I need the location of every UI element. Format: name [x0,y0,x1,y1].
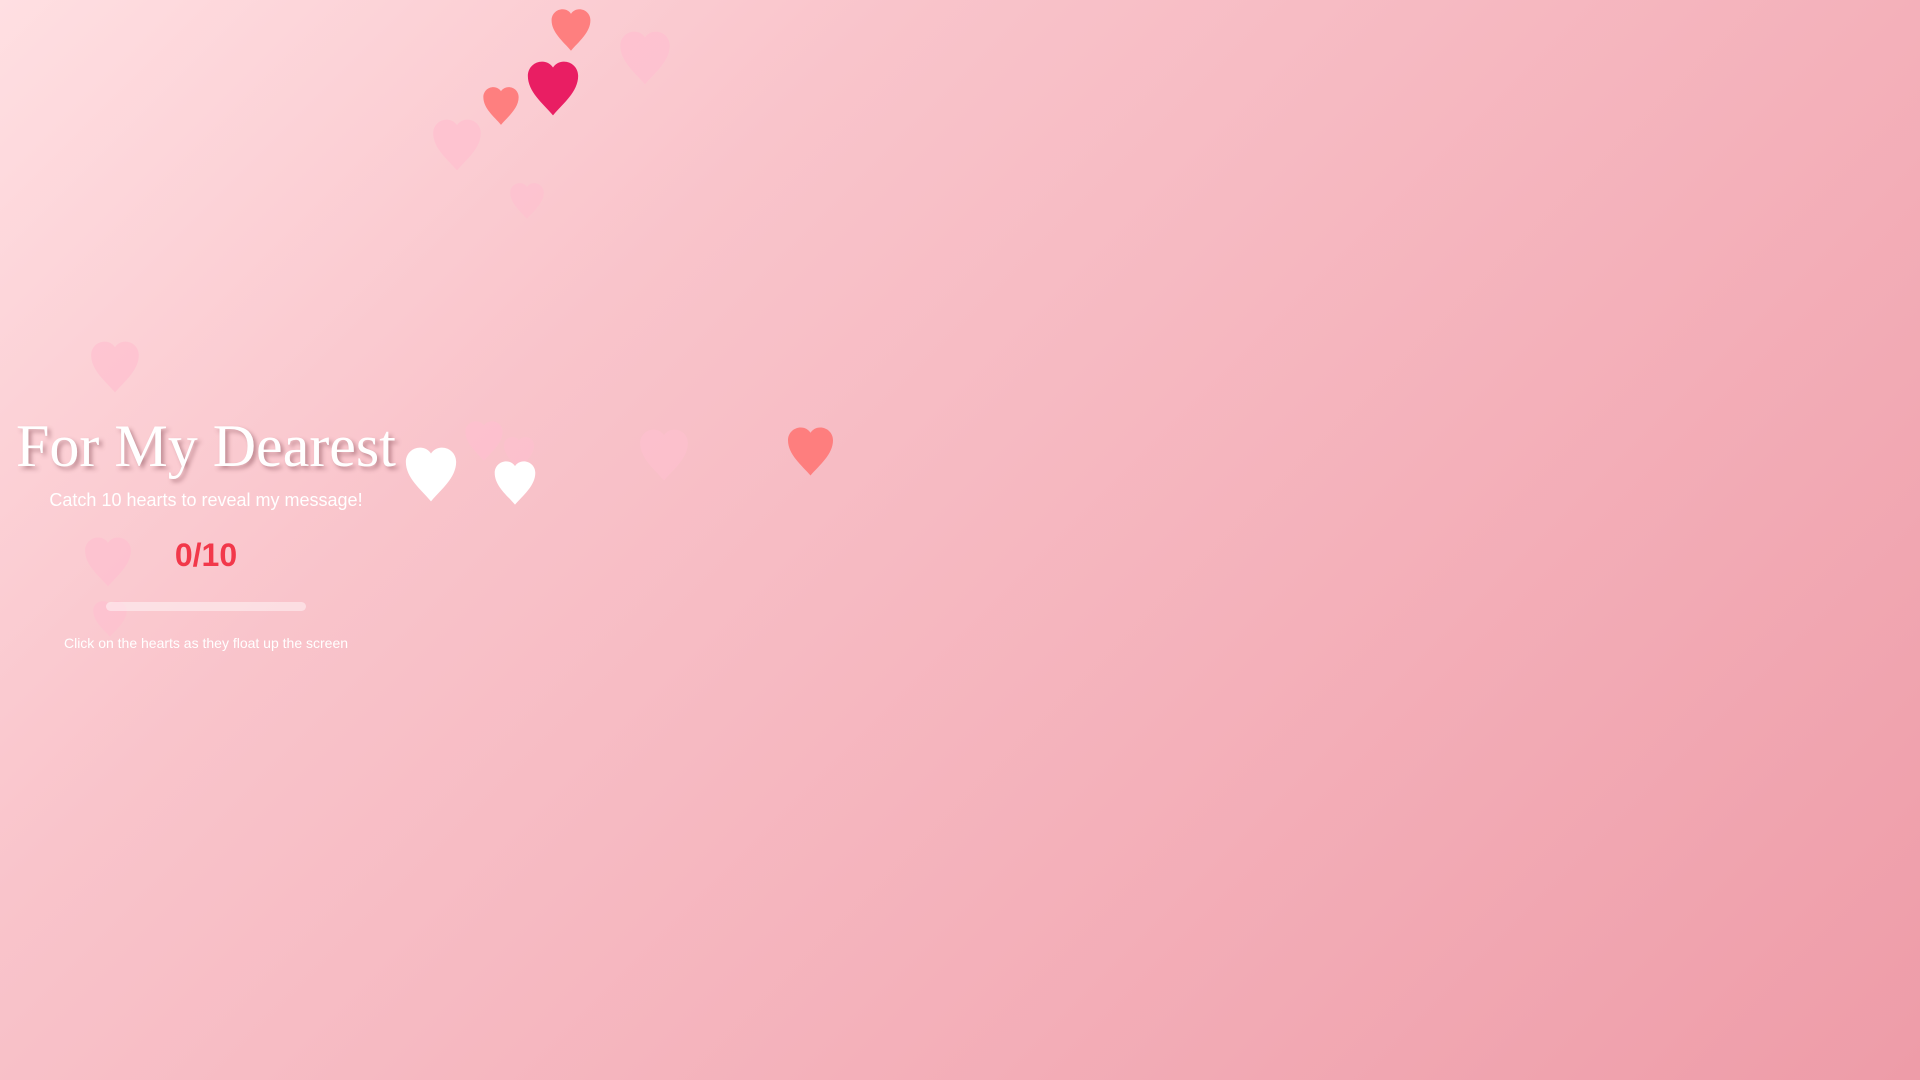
floating-heart-icon[interactable] [526,60,580,117]
floating-heart-icon[interactable] [786,426,835,477]
floating-heart-icon[interactable] [509,182,545,220]
progress-bar [106,602,306,611]
floating-heart-icon[interactable] [89,340,141,394]
floating-heart-icon[interactable] [431,118,483,172]
score-counter: 0/10 [174,537,238,573]
floating-heart-icon[interactable] [618,30,672,86]
floating-heart-icon[interactable] [464,420,504,462]
game-title: For My Dearest [16,413,396,479]
floating-heart-icon[interactable] [638,428,690,482]
floating-heart-icon[interactable] [482,86,520,126]
game-hint: Click on the hearts as they float up the… [63,635,349,651]
game-instruction: Catch 10 hearts to reveal my message! [49,490,363,510]
floating-heart-icon[interactable] [550,8,592,52]
floating-heart-icon[interactable] [404,446,458,503]
floating-heart-icon[interactable] [493,460,537,506]
game-intro-panel: For My Dearest Catch 10 hearts to reveal… [0,410,412,651]
